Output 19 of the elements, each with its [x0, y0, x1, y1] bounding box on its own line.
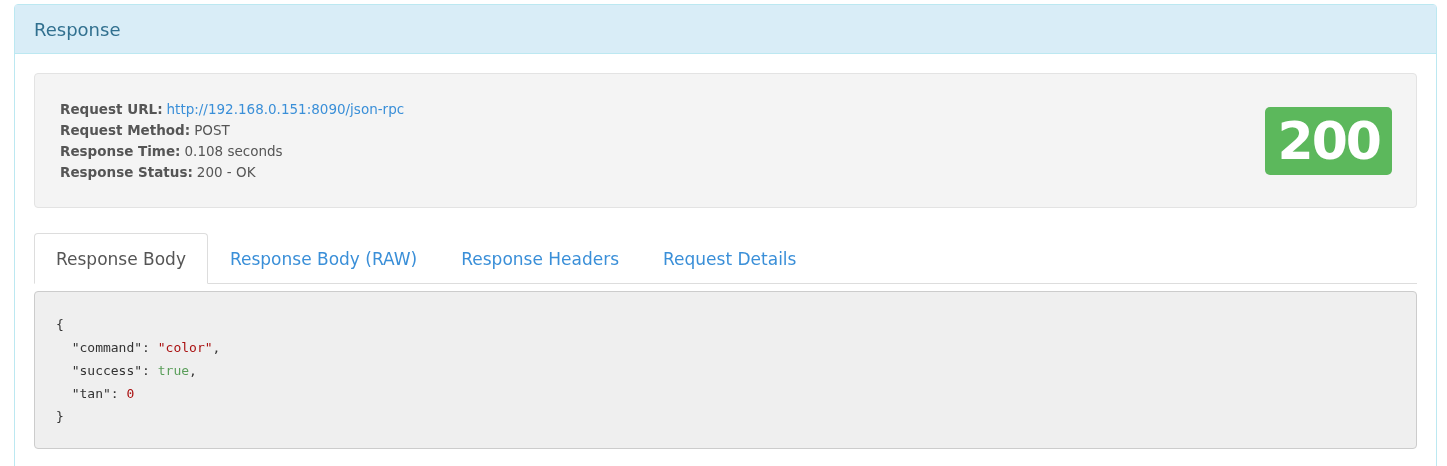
status-badge: 200: [1265, 106, 1392, 175]
field-value: 0.108 seconds: [184, 141, 283, 161]
tab[interactable]: Response Body (RAW): [207, 233, 440, 284]
code-line: }: [56, 408, 64, 426]
code-line: "command": "color",: [70, 339, 221, 357]
field-value: POST: [194, 120, 230, 140]
code-line: "tan": 0: [70, 385, 135, 403]
field-label: Request URL:: [60, 99, 163, 119]
code-line: "success": true,: [70, 362, 197, 380]
field-label: Response Status:: [60, 162, 193, 182]
tab[interactable]: Response Body: [34, 233, 208, 284]
field-value: 200 - OK: [196, 162, 256, 182]
tab[interactable]: Request Details: [641, 233, 819, 284]
url-link[interactable]: http://192.168.0.151:8090/json-rpc: [166, 98, 405, 120]
code-line: {: [56, 316, 64, 334]
field-label: Request Method:: [60, 120, 191, 140]
tab[interactable]: Response Headers: [439, 233, 642, 284]
panel-title: Response: [34, 18, 121, 40]
field-label: Response Time:: [60, 141, 181, 161]
